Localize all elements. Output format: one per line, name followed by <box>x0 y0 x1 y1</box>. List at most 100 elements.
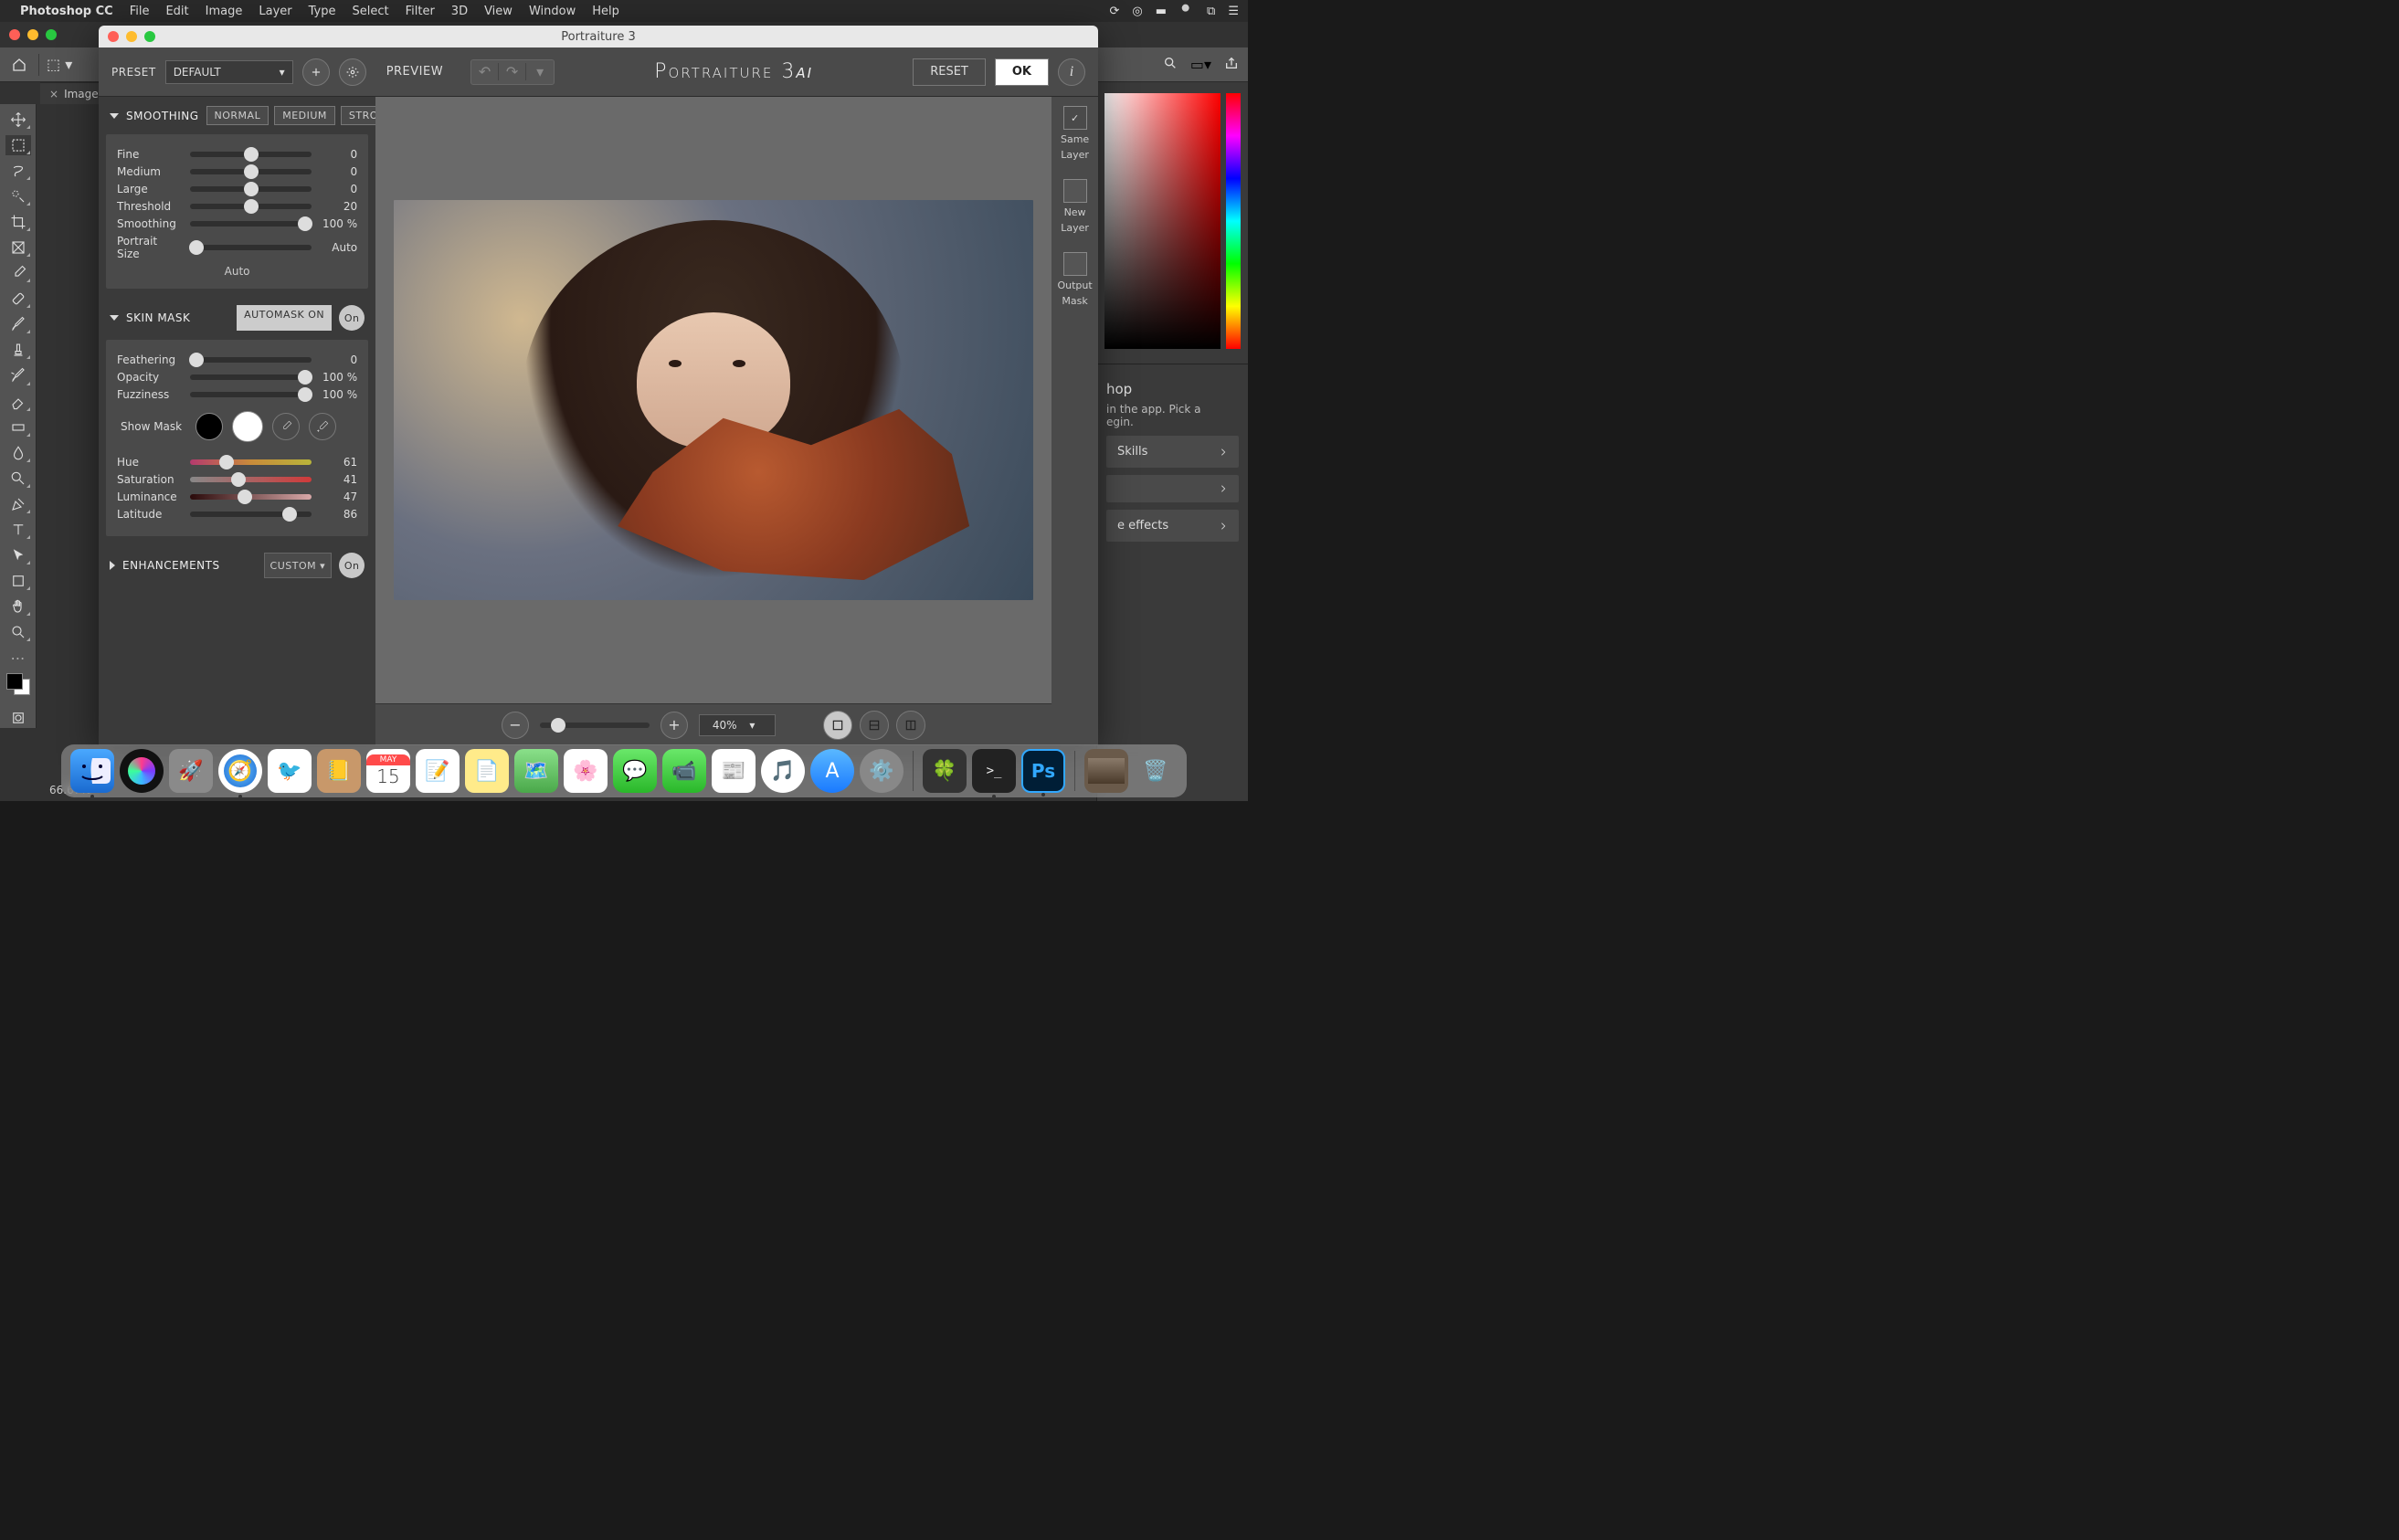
feathering-slider[interactable] <box>190 357 312 363</box>
portrait-size-slider[interactable] <box>190 245 312 250</box>
path-select-tool[interactable] <box>5 545 31 565</box>
dock-photos[interactable]: 🌸 <box>564 749 608 793</box>
pen-tool[interactable] <box>5 494 31 514</box>
control-center-icon[interactable]: ☰ <box>1228 5 1239 18</box>
plugin-close-button[interactable] <box>108 31 119 42</box>
dock-recent-doc[interactable] <box>1084 749 1128 793</box>
eyedropper-minus-button[interactable] <box>272 413 300 440</box>
undo-button[interactable]: ↶ <box>471 63 499 80</box>
dock-mail[interactable]: 🐦 <box>268 749 312 793</box>
latitude-value[interactable]: 86 <box>319 508 357 521</box>
add-preset-button[interactable] <box>302 58 330 86</box>
workspace-icon[interactable]: ▭▾ <box>1190 56 1211 73</box>
dock-safari[interactable]: 🧭 <box>218 749 262 793</box>
lasso-tool[interactable] <box>5 161 31 181</box>
menu-3d[interactable]: 3D <box>451 5 468 18</box>
medium-value[interactable]: 0 <box>319 165 357 178</box>
document-tab[interactable]: × Image <box>40 82 108 104</box>
zoom-in-button[interactable]: + <box>661 712 688 739</box>
fine-value[interactable]: 0 <box>319 148 357 161</box>
latitude-slider[interactable] <box>190 512 312 517</box>
plugin-minimize-button[interactable] <box>126 31 137 42</box>
opacity-value[interactable]: 100 % <box>319 371 357 384</box>
crop-tool[interactable] <box>5 212 31 232</box>
fuzziness-slider[interactable] <box>190 392 312 397</box>
cc-cloud-icon[interactable]: ◎ <box>1132 5 1142 18</box>
dock-clover[interactable]: 🍀 <box>923 749 967 793</box>
large-slider[interactable] <box>190 186 312 192</box>
blur-tool[interactable] <box>5 443 31 463</box>
search-icon[interactable] <box>1163 56 1178 74</box>
dock-facetime[interactable]: 📹 <box>662 749 706 793</box>
dock-trash[interactable]: 🗑️ <box>1134 749 1178 793</box>
marquee-tool[interactable] <box>5 135 31 155</box>
history-dropdown[interactable]: ▾ <box>526 63 554 80</box>
view-single-button[interactable] <box>823 711 852 740</box>
home-button[interactable] <box>7 53 31 77</box>
frame-tool[interactable] <box>5 237 31 258</box>
notification-icon[interactable]: ▬ <box>1156 5 1167 18</box>
eyedropper-tool[interactable] <box>5 263 31 283</box>
color-swatches[interactable] <box>6 673 30 695</box>
enhancements-section-header[interactable]: ENHANCEMENTS CUSTOM▾ On <box>99 543 375 587</box>
shape-tool[interactable] <box>5 571 31 591</box>
new-layer-option[interactable]: NewLayer <box>1061 179 1089 234</box>
dodge-tool[interactable] <box>5 469 31 489</box>
dock-contacts[interactable]: 📒 <box>317 749 361 793</box>
smoothing-value[interactable]: 100 % <box>319 217 357 230</box>
menu-layer[interactable]: Layer <box>259 5 291 18</box>
view-split-v-button[interactable] <box>896 711 925 740</box>
ps-zoom-button[interactable] <box>46 29 57 40</box>
zoom-tool[interactable] <box>5 622 31 642</box>
skinmask-on-toggle[interactable]: On <box>339 305 365 331</box>
menu-select[interactable]: Select <box>352 5 388 18</box>
mask-black-swatch[interactable] <box>196 413 223 440</box>
plugin-titlebar[interactable]: Portraiture 3 <box>99 26 1098 47</box>
saturation-slider[interactable] <box>190 477 312 482</box>
skinmask-section-header[interactable]: SKIN MASK AUTOMASK ON On <box>99 296 375 340</box>
learn-item-skills[interactable]: Skills <box>1106 436 1239 468</box>
hue-value[interactable]: 61 <box>319 456 357 469</box>
enhancements-on-toggle[interactable]: On <box>339 553 365 578</box>
smoothing-preset-normal[interactable]: NORMAL <box>206 106 269 125</box>
display-icon[interactable]: ⧉ <box>1207 5 1215 18</box>
threshold-slider[interactable] <box>190 204 312 209</box>
close-tab-icon[interactable]: × <box>49 88 58 100</box>
dock-finder[interactable] <box>70 749 114 793</box>
zoom-slider[interactable] <box>540 723 650 728</box>
same-layer-option[interactable]: ✓ SameLayer <box>1061 106 1089 161</box>
learn-item-effects[interactable]: e effects <box>1106 510 1239 542</box>
smoothing-preset-medium[interactable]: MEDIUM <box>274 106 335 125</box>
opacity-slider[interactable] <box>190 374 312 380</box>
preview-image[interactable] <box>394 200 1033 600</box>
menu-edit[interactable]: Edit <box>165 5 188 18</box>
zoom-out-button[interactable]: − <box>502 712 529 739</box>
hand-tool[interactable] <box>5 596 31 617</box>
menu-view[interactable]: View <box>484 5 513 18</box>
move-tool[interactable] <box>5 110 31 130</box>
dock-music[interactable]: 🎵 <box>761 749 805 793</box>
hue-slider[interactable] <box>1226 93 1241 349</box>
healing-tool[interactable] <box>5 289 31 309</box>
view-split-h-button[interactable] <box>860 711 889 740</box>
stamp-tool[interactable] <box>5 340 31 360</box>
quick-select-tool[interactable] <box>5 186 31 206</box>
dock-photoshop[interactable]: Ps <box>1021 749 1065 793</box>
feathering-value[interactable]: 0 <box>319 353 357 366</box>
menu-type[interactable]: Type <box>309 5 336 18</box>
eyedropper-plus-button[interactable] <box>309 413 336 440</box>
ps-minimize-button[interactable] <box>27 29 38 40</box>
more-tools[interactable]: ⋯ <box>5 648 31 668</box>
dock-maps[interactable]: 🗺️ <box>514 749 558 793</box>
ok-button[interactable]: OK <box>995 58 1049 86</box>
hue-slider[interactable] <box>190 459 312 465</box>
dock-reminders[interactable]: 📝 <box>416 749 460 793</box>
ps-close-button[interactable] <box>9 29 20 40</box>
dock-calendar[interactable]: MAY 15 <box>366 749 410 793</box>
learn-item-2[interactable] <box>1106 475 1239 502</box>
cc-sync-icon[interactable]: ⟳ <box>1110 5 1120 18</box>
history-brush-tool[interactable] <box>5 365 31 385</box>
type-tool[interactable] <box>5 520 31 540</box>
dock-launchpad[interactable]: 🚀 <box>169 749 213 793</box>
medium-slider[interactable] <box>190 169 312 174</box>
